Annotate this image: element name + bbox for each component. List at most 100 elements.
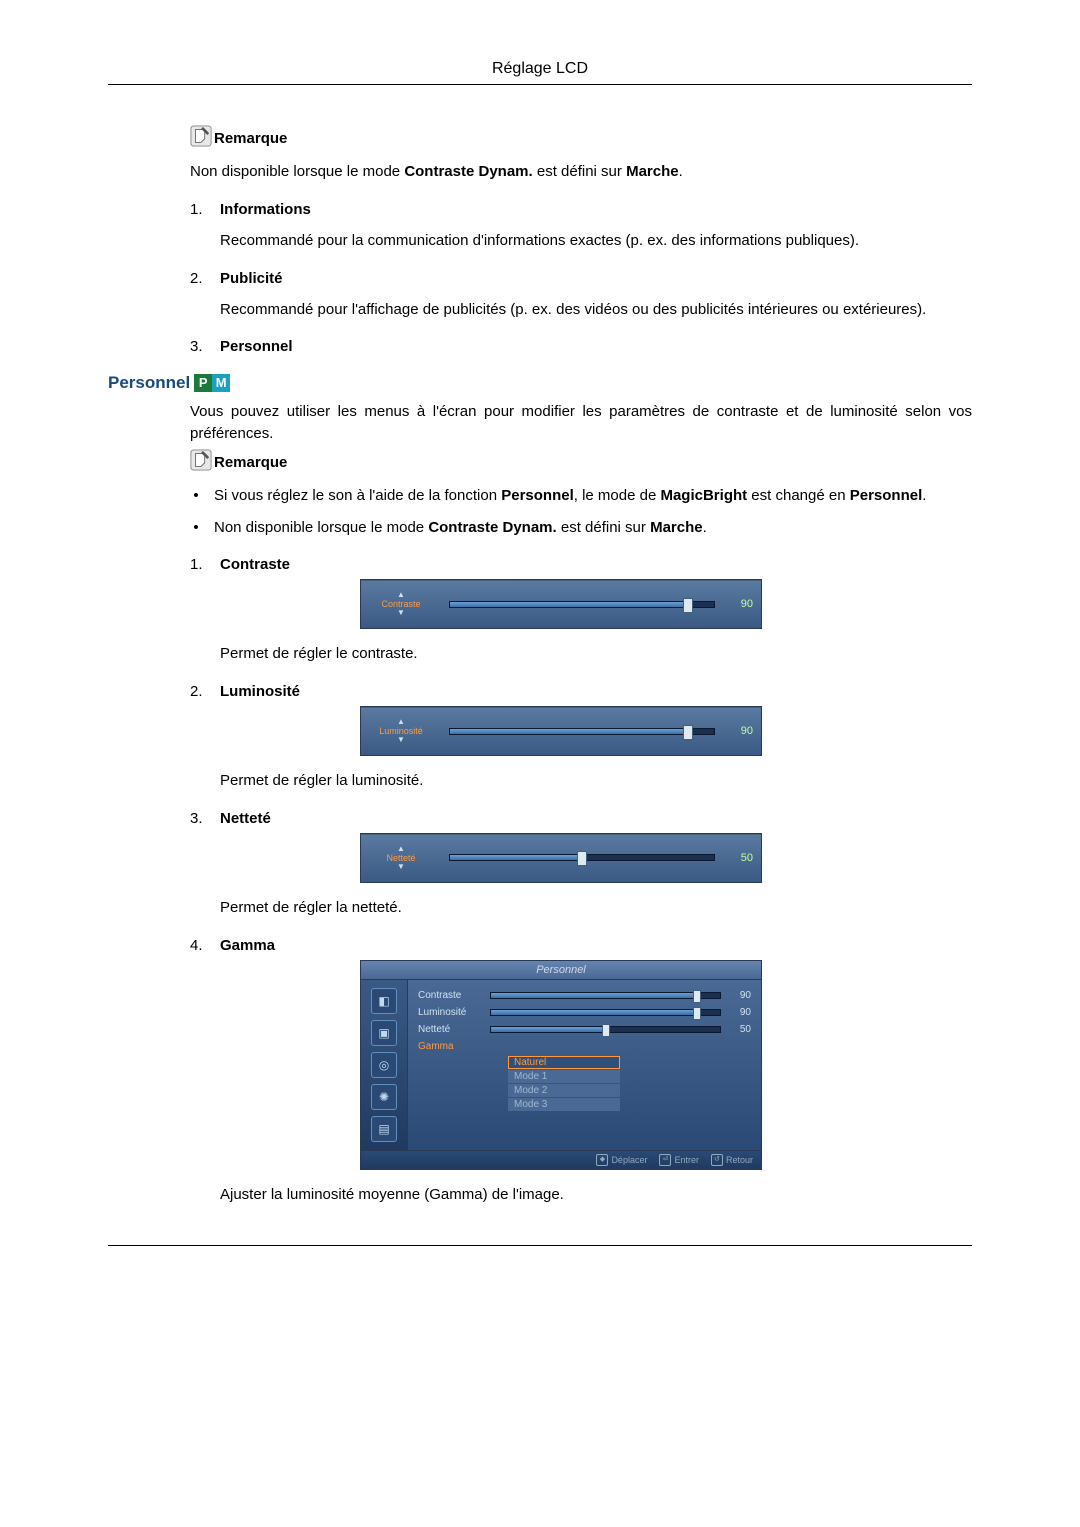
osd-slider-panel: ▲Contraste▼90 bbox=[360, 579, 762, 629]
setting-item: 2. Luminosité ▲Luminosité▼ 90 Permet de régl… bbox=[190, 683, 972, 792]
osd-menu-row-label: Luminosité bbox=[418, 1007, 490, 1018]
arrow-down-icon: ▼ bbox=[397, 736, 405, 744]
osd-menu-row-value: 90 bbox=[729, 990, 751, 1001]
osd-slider-value: 90 bbox=[725, 725, 753, 737]
arrow-up-icon: ▲ bbox=[397, 845, 405, 853]
remarque-heading: Remarque bbox=[190, 125, 972, 147]
list-number: 3. bbox=[190, 810, 208, 827]
osd-track-col: 50 bbox=[441, 834, 761, 882]
osd-slider-thumb[interactable] bbox=[683, 598, 693, 613]
list-desc: Recommandé pour la communication d'infor… bbox=[220, 230, 972, 252]
enter-icon: ⏎ bbox=[659, 1154, 671, 1166]
osd-menu-slider[interactable] bbox=[490, 992, 721, 999]
osd-slider-track[interactable] bbox=[449, 601, 715, 608]
osd-menu-row: Contraste 90 bbox=[418, 988, 751, 1003]
osd-slider-track[interactable] bbox=[449, 728, 715, 735]
osd-category-icon[interactable]: ◎ bbox=[371, 1052, 397, 1078]
gamma-option[interactable]: Mode 3 bbox=[508, 1098, 620, 1111]
list-title: Informations bbox=[220, 201, 311, 218]
list-desc: Permet de régler la luminosité. bbox=[220, 770, 972, 792]
osd-menu-slider-fill bbox=[491, 993, 697, 998]
mode-list-item: 2.PublicitéRecommandé pour l'affichage d… bbox=[190, 270, 972, 321]
osd-menu-content: Contraste90Luminosité90Netteté50GammaNat… bbox=[408, 980, 761, 1150]
personnel-remarque-label: Remarque bbox=[214, 454, 287, 471]
osd-label-col: ▲Luminosité▼ bbox=[361, 707, 441, 755]
osd-menu-slider-thumb[interactable] bbox=[693, 990, 701, 1003]
list-title: Luminosité bbox=[220, 683, 300, 700]
return-icon: ↺ bbox=[711, 1154, 723, 1166]
osd-slider-panel: ▲Netteté▼ 50 bbox=[360, 833, 762, 883]
setting-item: 1. Contraste ▲Contraste▼90 Permet de régler… bbox=[190, 556, 972, 665]
remarque-body: Non disponible lorsque le mode Contraste… bbox=[190, 161, 972, 183]
move-icon: ◆ bbox=[596, 1154, 608, 1166]
osd-menu-sidebar: ◧ ▣ ◎ ✺ ▤ bbox=[361, 980, 408, 1150]
osd-menu-row: Luminosité 90 bbox=[418, 1005, 751, 1020]
note-icon bbox=[190, 125, 212, 147]
badge-p-icon: P bbox=[194, 374, 212, 392]
list-desc: Recommandé pour l'affichage de publicité… bbox=[220, 299, 972, 321]
arrow-down-icon: ▼ bbox=[397, 863, 405, 871]
osd-menu-row-label: Gamma bbox=[418, 1041, 490, 1052]
badge-m-icon: M bbox=[212, 374, 230, 392]
osd-slider-track[interactable] bbox=[449, 854, 715, 861]
arrow-down-icon: ▼ bbox=[397, 609, 405, 617]
personnel-remarque-heading: Remarque bbox=[190, 449, 972, 471]
list-number: 1. bbox=[190, 556, 208, 573]
osd-menu-footer: ◆Déplacer ⏎Entrer ↺Retour bbox=[361, 1150, 761, 1169]
setting-item: 4.GammaPersonnel◧▣◎✺▤Contraste90Luminosi… bbox=[190, 937, 972, 1206]
osd-label-col: ▲Contraste▼ bbox=[361, 580, 441, 628]
list-desc: Permet de régler la netteté. bbox=[220, 897, 972, 919]
osd-menu-title: Personnel bbox=[361, 961, 761, 980]
osd-menu-slider-thumb[interactable] bbox=[693, 1007, 701, 1020]
bullet-item: •Si vous réglez le son à l'aide de la fo… bbox=[190, 485, 972, 507]
gamma-option[interactable]: Naturel bbox=[508, 1056, 620, 1069]
osd-label-col: ▲Netteté▼ bbox=[361, 834, 441, 882]
setting-item: 3. Netteté ▲Netteté▼ 50 Permet de régler la … bbox=[190, 810, 972, 919]
osd-category-icon[interactable]: ▤ bbox=[371, 1116, 397, 1142]
personnel-intro: Vous pouvez utiliser les menus à l'écran… bbox=[190, 401, 972, 445]
list-title: Contraste bbox=[220, 556, 290, 573]
osd-category-icon[interactable]: ▣ bbox=[371, 1020, 397, 1046]
page-header-title: Réglage LCD bbox=[108, 60, 972, 78]
bottom-divider bbox=[108, 1245, 972, 1246]
osd-slider-panel: ▲Luminosité▼ 90 bbox=[360, 706, 762, 756]
osd-menu-row-label: Netteté bbox=[418, 1024, 490, 1035]
osd-menu-slider-thumb[interactable] bbox=[602, 1024, 610, 1037]
footer-enter: ⏎Entrer bbox=[659, 1154, 699, 1166]
list-number: 2. bbox=[190, 683, 208, 700]
bullet-text: Non disponible lorsque le mode Contraste… bbox=[214, 517, 707, 539]
mode-list-item: 1.InformationsRecommandé pour la communi… bbox=[190, 201, 972, 252]
top-divider bbox=[108, 84, 972, 85]
bullet-marker: • bbox=[190, 485, 202, 507]
personnel-settings-list: 1.Contraste▲Contraste▼90Permet de régler… bbox=[190, 556, 972, 1205]
osd-menu-row: Gamma bbox=[418, 1039, 751, 1054]
list-desc: Ajuster la luminosité moyenne (Gamma) de… bbox=[220, 1184, 972, 1206]
osd-menu-slider[interactable] bbox=[490, 1026, 721, 1033]
osd-slider-thumb[interactable] bbox=[683, 725, 693, 740]
footer-return: ↺Retour bbox=[711, 1154, 753, 1166]
osd-menu-slider[interactable] bbox=[490, 1009, 721, 1016]
osd-category-icon[interactable]: ✺ bbox=[371, 1084, 397, 1110]
footer-move: ◆Déplacer bbox=[596, 1154, 647, 1166]
note-icon bbox=[190, 449, 212, 471]
arrow-up-icon: ▲ bbox=[397, 591, 405, 599]
list-title: Netteté bbox=[220, 810, 271, 827]
gamma-option[interactable]: Mode 2 bbox=[508, 1084, 620, 1097]
gamma-option[interactable]: Mode 1 bbox=[508, 1070, 620, 1083]
osd-slider-fill bbox=[450, 855, 582, 860]
osd-menu-row-label: Contraste bbox=[418, 990, 490, 1001]
osd-slider-thumb[interactable] bbox=[577, 851, 587, 866]
osd-track-col: 90 bbox=[441, 707, 761, 755]
list-number: 3. bbox=[190, 338, 208, 355]
bullet-marker: • bbox=[190, 517, 202, 539]
remarque-label: Remarque bbox=[214, 130, 287, 147]
osd-slider-value: 50 bbox=[725, 852, 753, 864]
osd-category-icon[interactable]: ◧ bbox=[371, 988, 397, 1014]
osd-track-col: 90 bbox=[441, 580, 761, 628]
gamma-options: NaturelMode 1Mode 2Mode 3 bbox=[508, 1056, 751, 1111]
osd-menu-row-value: 90 bbox=[729, 1007, 751, 1018]
osd-gamma-menu: Personnel ◧ ▣ ◎ ✺ ▤ Contraste 90 Luminosité 90 Net… bbox=[360, 960, 762, 1170]
osd-menu-slider-fill bbox=[491, 1010, 697, 1015]
list-desc: Permet de régler le contraste. bbox=[220, 643, 972, 665]
pm-badges: P M bbox=[194, 374, 230, 392]
